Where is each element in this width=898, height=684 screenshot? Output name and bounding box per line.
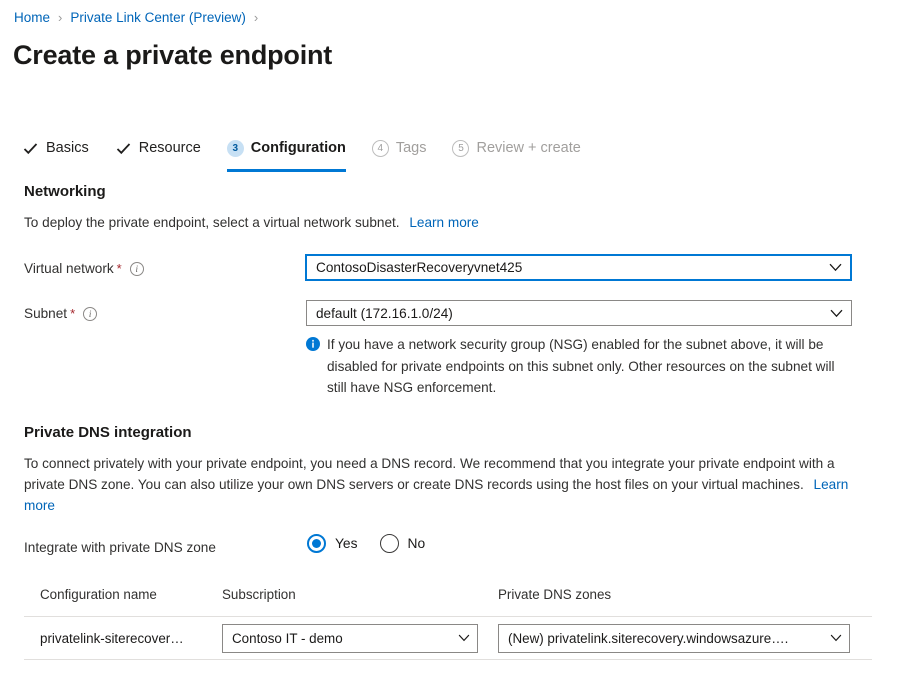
radio-indicator-no[interactable] — [380, 534, 399, 553]
info-icon[interactable]: i — [130, 262, 144, 276]
page-title: Create a private endpoint — [13, 36, 332, 74]
integrate-dns-zone-label-text: Integrate with private DNS zone — [24, 538, 216, 558]
radio-option-no[interactable]: No — [380, 534, 426, 553]
breadcrumb-item-home[interactable]: Home — [14, 9, 50, 27]
table-header-private-dns-zones: Private DNS zones — [482, 586, 862, 604]
check-icon — [115, 140, 132, 157]
private-dns-zone-dropdown[interactable]: (New) privatelink.siterecovery.windowsaz… — [498, 624, 850, 653]
breadcrumb-separator-icon: › — [58, 9, 62, 27]
info-circle-icon — [306, 337, 320, 351]
virtual-network-value: ContosoDisasterRecoveryvnet425 — [316, 260, 823, 275]
cell-private-dns-zone: (New) privatelink.siterecovery.windowsaz… — [482, 624, 862, 653]
wizard-step-basics[interactable]: Basics — [22, 130, 89, 168]
networking-description-text: To deploy the private endpoint, select a… — [24, 215, 400, 230]
info-icon[interactable]: i — [83, 307, 97, 321]
wizard-steps: Basics Resource 3 Configuration 4 Tags 5… — [22, 130, 607, 168]
integrate-dns-zone-label: Integrate with private DNS zone — [24, 538, 216, 558]
virtual-network-label-text: Virtual network — [24, 259, 114, 279]
nsg-info-callout: If you have a network security group (NS… — [306, 334, 854, 399]
wizard-step-resource[interactable]: Resource — [115, 130, 201, 168]
step-number-badge: 3 — [227, 140, 244, 157]
private-dns-description-text: To connect privately with your private e… — [24, 456, 835, 492]
private-dns-zones-table: Configuration name Subscription Private … — [24, 586, 872, 660]
subnet-label: Subnet * i — [24, 304, 97, 324]
nsg-info-text: If you have a network security group (NS… — [327, 334, 854, 399]
private-dns-description: To connect privately with your private e… — [24, 453, 860, 516]
subscription-dropdown[interactable]: Contoso IT - demo — [222, 624, 478, 653]
virtual-network-dropdown[interactable]: ContosoDisasterRecoveryvnet425 — [305, 254, 852, 281]
integrate-dns-zone-radio-group: Yes No — [307, 534, 447, 553]
virtual-network-label: Virtual network * i — [24, 259, 144, 279]
subnet-label-text: Subnet — [24, 304, 67, 324]
subnet-value: default (172.16.1.0/24) — [316, 306, 824, 321]
table-header-configuration-name: Configuration name — [24, 586, 206, 604]
wizard-step-label: Basics — [46, 138, 89, 158]
wizard-step-label: Resource — [139, 138, 201, 158]
step-number-badge: 4 — [372, 140, 389, 157]
check-icon — [22, 140, 39, 157]
subnet-dropdown[interactable]: default (172.16.1.0/24) — [306, 300, 852, 326]
breadcrumb-item-private-link-center[interactable]: Private Link Center (Preview) — [70, 9, 246, 27]
required-asterisk: * — [70, 304, 75, 324]
chevron-down-icon — [829, 263, 842, 272]
breadcrumb: Home › Private Link Center (Preview) › — [14, 9, 266, 27]
networking-heading: Networking — [24, 182, 106, 202]
cell-subscription: Contoso IT - demo — [206, 624, 482, 653]
wizard-step-configuration[interactable]: 3 Configuration — [227, 130, 346, 168]
required-asterisk: * — [117, 259, 122, 279]
chevron-down-icon — [830, 309, 843, 318]
radio-label-yes: Yes — [335, 536, 358, 551]
table-row: privatelink-siterecover… Contoso IT - de… — [24, 617, 872, 660]
chevron-down-icon — [830, 634, 842, 642]
networking-description: To deploy the private endpoint, select a… — [24, 212, 479, 233]
active-step-underline — [227, 169, 346, 172]
step-number-badge: 5 — [452, 140, 469, 157]
radio-dot — [312, 539, 321, 548]
wizard-step-label: Configuration — [251, 138, 346, 158]
table-header-subscription: Subscription — [206, 586, 482, 604]
breadcrumb-separator-icon: › — [254, 9, 258, 27]
private-dns-zone-value: (New) privatelink.siterecovery.windowsaz… — [508, 631, 824, 646]
wizard-step-label: Tags — [396, 138, 427, 158]
wizard-step-tags[interactable]: 4 Tags — [372, 130, 427, 168]
wizard-step-review-create[interactable]: 5 Review + create — [452, 130, 580, 168]
private-dns-integration-heading: Private DNS integration — [24, 423, 192, 443]
cell-configuration-name: privatelink-siterecover… — [24, 631, 206, 646]
radio-indicator-yes[interactable] — [307, 534, 326, 553]
radio-label-no: No — [408, 536, 426, 551]
networking-learn-more-link[interactable]: Learn more — [409, 215, 479, 230]
radio-option-yes[interactable]: Yes — [307, 534, 358, 553]
chevron-down-icon — [458, 634, 470, 642]
subscription-value: Contoso IT - demo — [232, 631, 452, 646]
wizard-step-label: Review + create — [476, 138, 580, 158]
table-header-row: Configuration name Subscription Private … — [24, 586, 872, 617]
